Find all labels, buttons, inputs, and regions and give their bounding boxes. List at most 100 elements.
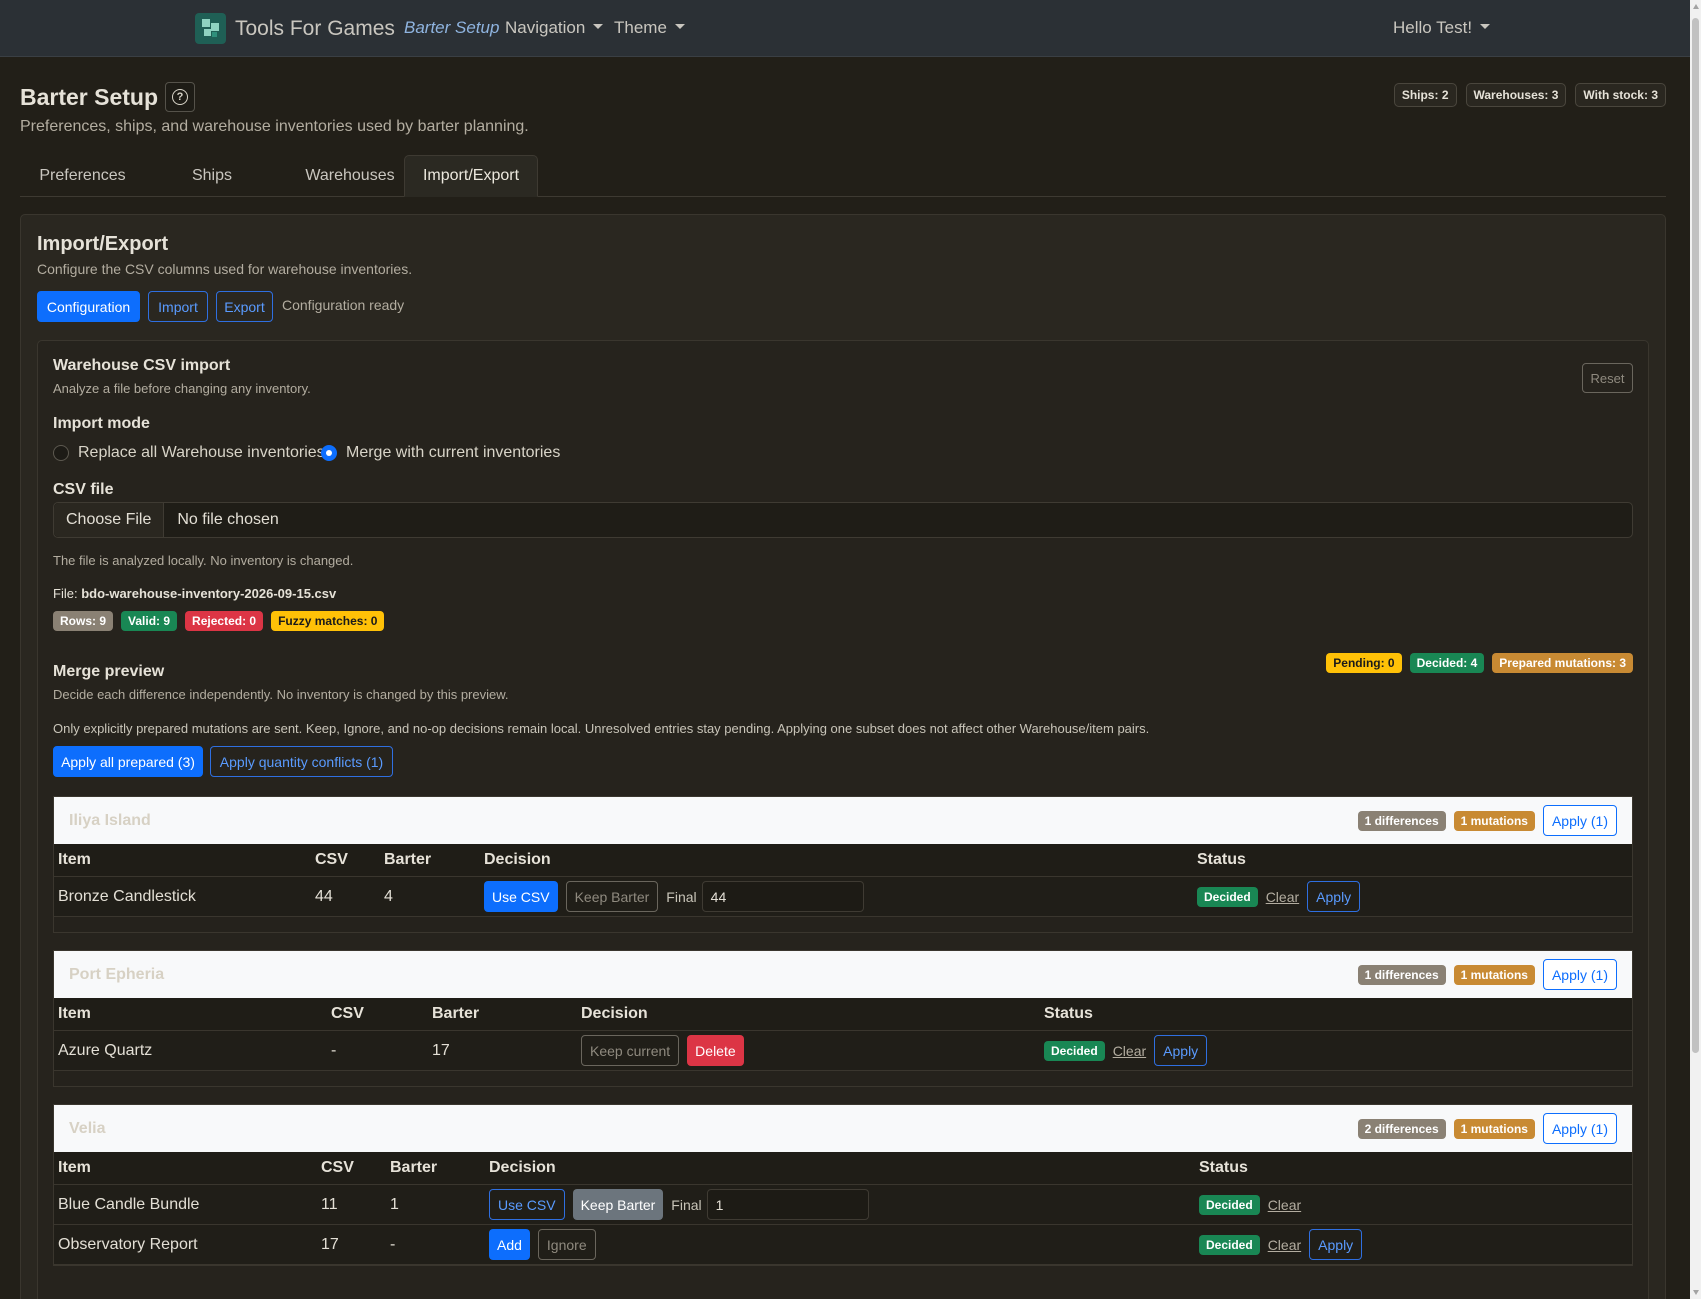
merge-note: Only explicitly prepared mutations are s… xyxy=(53,721,1150,736)
user-greeting: Hello Test! xyxy=(1393,18,1473,37)
nav-dropdown-theme[interactable]: Theme xyxy=(614,18,685,38)
group-name: Iliya Island xyxy=(69,812,151,829)
status-badge: Decided xyxy=(1199,1234,1260,1255)
col-decision: Decision xyxy=(484,851,551,868)
col-csv: CSV xyxy=(321,1159,354,1176)
radio-merge-dot[interactable] xyxy=(321,445,337,461)
import-subtitle: Analyze a file before changing any inven… xyxy=(53,381,311,396)
table-row: Azure Quartz - 17 Keep current Delete De… xyxy=(54,1031,1632,1071)
item-name: Bronze Candlestick xyxy=(58,887,196,905)
table-header: Item CSV Barter Decision Status xyxy=(54,1152,1632,1185)
ignore-button[interactable]: Ignore xyxy=(537,1229,596,1260)
final-label: Final xyxy=(671,1196,702,1213)
clear-link[interactable]: Clear xyxy=(1268,1237,1301,1253)
col-barter: Barter xyxy=(390,1159,438,1176)
radio-replace[interactable]: Replace all Warehouse inventories xyxy=(53,444,325,462)
apply-quantity-conflicts-button[interactable]: Apply quantity conflicts (1) xyxy=(210,746,393,777)
radio-merge-label: Merge with current inventories xyxy=(346,444,561,461)
col-item: Item xyxy=(58,1005,91,1022)
item-name: Observatory Report xyxy=(58,1235,198,1253)
keep-barter-button[interactable]: Keep Barter xyxy=(572,1189,664,1220)
differences-badge: 1 differences xyxy=(1357,810,1446,831)
keep-barter-button[interactable]: Keep Barter xyxy=(565,881,659,912)
nav-link-barter-setup[interactable]: Barter Setup xyxy=(404,18,499,38)
analysis-stats: Rows: 9 Valid: 9 Rejected: 0 Fuzzy match… xyxy=(53,611,385,631)
import-title: Warehouse CSV import xyxy=(53,357,231,374)
scrollbar-thumb[interactable] xyxy=(1692,18,1699,1053)
clear-link[interactable]: Clear xyxy=(1268,1197,1301,1213)
radio-replace-dot[interactable] xyxy=(53,445,69,461)
merge-preview-subtitle: Decide each difference independently. No… xyxy=(53,687,509,702)
clear-link[interactable]: Clear xyxy=(1113,1043,1146,1059)
tab-import-export[interactable]: Import/Export xyxy=(404,155,538,197)
col-item: Item xyxy=(58,1159,91,1176)
csv-file-input[interactable]: Choose File No file chosen xyxy=(53,502,1633,538)
csv-file-label: CSV file xyxy=(53,481,114,498)
decision-cell: Use CSV Keep Barter Final 44 xyxy=(484,877,864,916)
col-decision: Decision xyxy=(489,1159,556,1176)
merge-preview-title: Merge preview xyxy=(53,663,165,680)
nav-dropdown-navigation[interactable]: Navigation xyxy=(505,18,604,38)
help-button[interactable]: ? xyxy=(165,82,195,112)
csv-help-text: The file is analyzed locally. No invento… xyxy=(53,553,354,568)
barter-value: 17 xyxy=(432,1041,450,1059)
row-apply-button[interactable]: Apply xyxy=(1154,1035,1208,1066)
import-mode-label: Import mode xyxy=(53,415,150,432)
tab-ships[interactable]: Ships xyxy=(172,155,252,197)
table-header: Item CSV Barter Decision Status xyxy=(54,998,1632,1031)
status-cell: Decided Clear Apply xyxy=(1197,877,1368,916)
csv-value: 44 xyxy=(315,887,333,905)
badge-with-stock: With stock: 3 xyxy=(1575,83,1666,107)
row-apply-button[interactable]: Apply xyxy=(1307,881,1361,912)
export-button[interactable]: Export xyxy=(216,291,273,322)
group-apply-button[interactable]: Apply (1) xyxy=(1542,959,1617,990)
keep-current-button[interactable]: Keep current xyxy=(581,1035,680,1066)
use-csv-button[interactable]: Use CSV xyxy=(489,1189,565,1220)
radio-merge[interactable]: Merge with current inventories xyxy=(321,444,560,462)
group-header: Port Epheria 1 differences 1 mutations A… xyxy=(54,951,1632,998)
status-badge: Decided xyxy=(1197,886,1258,907)
summary-badges: Ships: 2 Warehouses: 3 With stock: 3 xyxy=(1393,83,1666,107)
warehouse-group-velia: Velia 2 differences 1 mutations Apply (1… xyxy=(53,1104,1633,1266)
group-name: Velia xyxy=(69,1120,106,1137)
final-quantity-input[interactable]: 44 xyxy=(701,881,864,912)
csv-value: 17 xyxy=(321,1235,339,1253)
badge-decided: Decided: 4 xyxy=(1409,653,1485,673)
barter-value: 4 xyxy=(384,887,393,905)
mutations-badge: 1 mutations xyxy=(1453,964,1535,985)
status-cell: Decided Clear Apply xyxy=(1044,1031,1215,1070)
group-apply-button[interactable]: Apply (1) xyxy=(1542,1113,1617,1144)
add-button[interactable]: Add xyxy=(489,1229,530,1260)
scroll-up-icon[interactable] xyxy=(1693,4,1699,9)
brand[interactable]: Tools For Games xyxy=(195,13,395,44)
col-item: Item xyxy=(58,851,91,868)
differences-badge: 2 differences xyxy=(1357,1118,1446,1139)
radio-replace-label: Replace all Warehouse inventories xyxy=(78,444,325,461)
clear-link[interactable]: Clear xyxy=(1266,889,1299,905)
badge-ships: Ships: 2 xyxy=(1393,83,1457,107)
import-button[interactable]: Import xyxy=(148,291,208,322)
group-apply-button[interactable]: Apply (1) xyxy=(1542,805,1617,836)
badge-rejected: Rejected: 0 xyxy=(185,611,264,631)
col-barter: Barter xyxy=(432,1005,480,1022)
group-header: Iliya Island 1 differences 1 mutations A… xyxy=(54,797,1632,844)
tab-preferences[interactable]: Preferences xyxy=(20,155,145,197)
badge-warehouses: Warehouses: 3 xyxy=(1465,83,1567,107)
delete-button[interactable]: Delete xyxy=(687,1035,744,1066)
final-quantity-input[interactable]: 1 xyxy=(706,1189,869,1220)
reset-button[interactable]: Reset xyxy=(1582,363,1633,393)
configuration-button[interactable]: Configuration xyxy=(37,291,140,322)
card-subtitle: Configure the CSV columns used for wareh… xyxy=(37,261,413,277)
page-scrollbar[interactable] xyxy=(1690,0,1701,1299)
row-apply-button[interactable]: Apply xyxy=(1309,1229,1363,1260)
use-csv-button[interactable]: Use CSV xyxy=(484,881,558,912)
scroll-down-icon[interactable] xyxy=(1693,1290,1699,1295)
configuration-status: Configuration ready xyxy=(282,297,405,313)
apply-all-prepared-button[interactable]: Apply all prepared (3) xyxy=(53,746,203,777)
choose-file-button[interactable]: Choose File xyxy=(54,503,165,537)
user-menu[interactable]: Hello Test! xyxy=(1393,18,1491,38)
table-row: Observatory Report 17 - Add Ignore Decid… xyxy=(54,1225,1632,1265)
chevron-down-icon xyxy=(593,24,604,30)
warehouse-csv-import-panel: Warehouse CSV import Analyze a file befo… xyxy=(37,340,1649,1299)
tab-warehouses[interactable]: Warehouses xyxy=(293,155,407,197)
